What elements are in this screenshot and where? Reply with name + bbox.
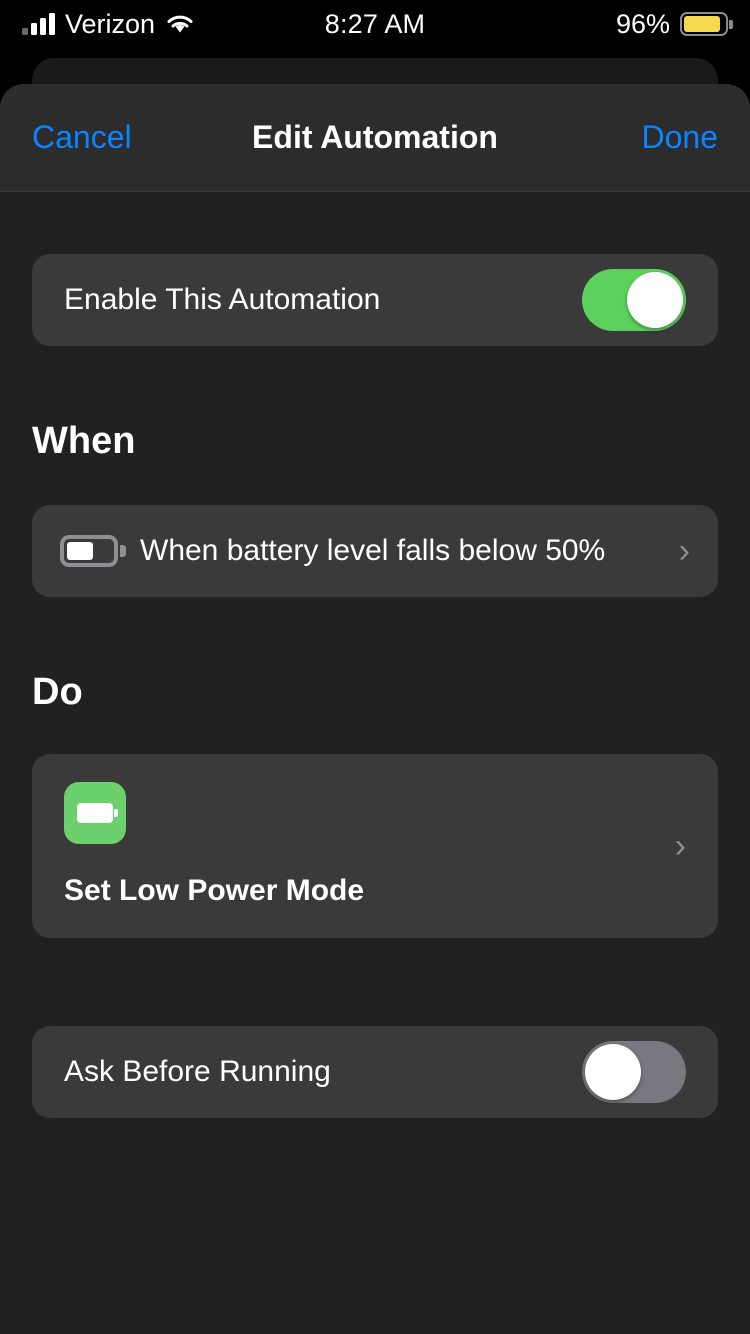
status-bar-left: Verizon	[22, 9, 616, 40]
toggle-knob	[585, 1044, 641, 1100]
do-section-title: Do	[32, 671, 83, 713]
trigger-card[interactable]: When battery level falls below 50% ›	[32, 505, 718, 597]
ask-before-running-label: Ask Before Running	[64, 1055, 331, 1088]
battery-icon	[680, 12, 733, 36]
status-bar: Verizon 8:27 AM 96%	[0, 0, 750, 48]
enable-automation-row[interactable]: Enable This Automation	[32, 254, 718, 346]
action-chevron-right-icon: ›	[674, 827, 686, 865]
battery-outline-icon	[60, 535, 126, 567]
navigation-bar: Cancel Edit Automation Done	[0, 84, 750, 192]
when-section-title: When	[32, 420, 136, 462]
ask-before-running-toggle[interactable]	[582, 1041, 686, 1103]
trigger-row[interactable]: When battery level falls below 50% ›	[32, 505, 718, 597]
cellular-signal-icon	[22, 13, 55, 35]
trigger-label: When battery level falls below 50%	[140, 534, 606, 567]
enable-automation-toggle[interactable]	[582, 269, 686, 331]
carrier-label: Verizon	[65, 8, 156, 39]
edit-automation-sheet: Cancel Edit Automation Done Enable This …	[0, 84, 750, 1334]
status-bar-right: 96%	[615, 8, 733, 40]
ask-before-running-row[interactable]: Ask Before Running	[32, 1026, 718, 1118]
enable-automation-card[interactable]: Enable This Automation	[32, 254, 718, 346]
phone-screen: Verizon 8:27 AM 96% Cancel Edit Automati…	[0, 0, 750, 1334]
toggle-knob	[627, 272, 683, 328]
sheet-content: Enable This Automation When When battery…	[0, 192, 750, 1118]
action-label: Set Low Power Mode	[64, 874, 365, 907]
chevron-right-icon: ›	[678, 532, 690, 570]
done-button[interactable]: Done	[642, 119, 719, 156]
enable-automation-label: Enable This Automation	[64, 283, 381, 316]
action-card[interactable]: Set Low Power Mode ›	[32, 754, 718, 938]
battery-percent-label: 96%	[615, 8, 670, 39]
ask-before-running-card[interactable]: Ask Before Running	[32, 1026, 718, 1118]
cancel-button[interactable]: Cancel	[32, 119, 132, 156]
low-power-mode-battery-icon	[64, 782, 126, 844]
wifi-icon	[165, 13, 195, 35]
